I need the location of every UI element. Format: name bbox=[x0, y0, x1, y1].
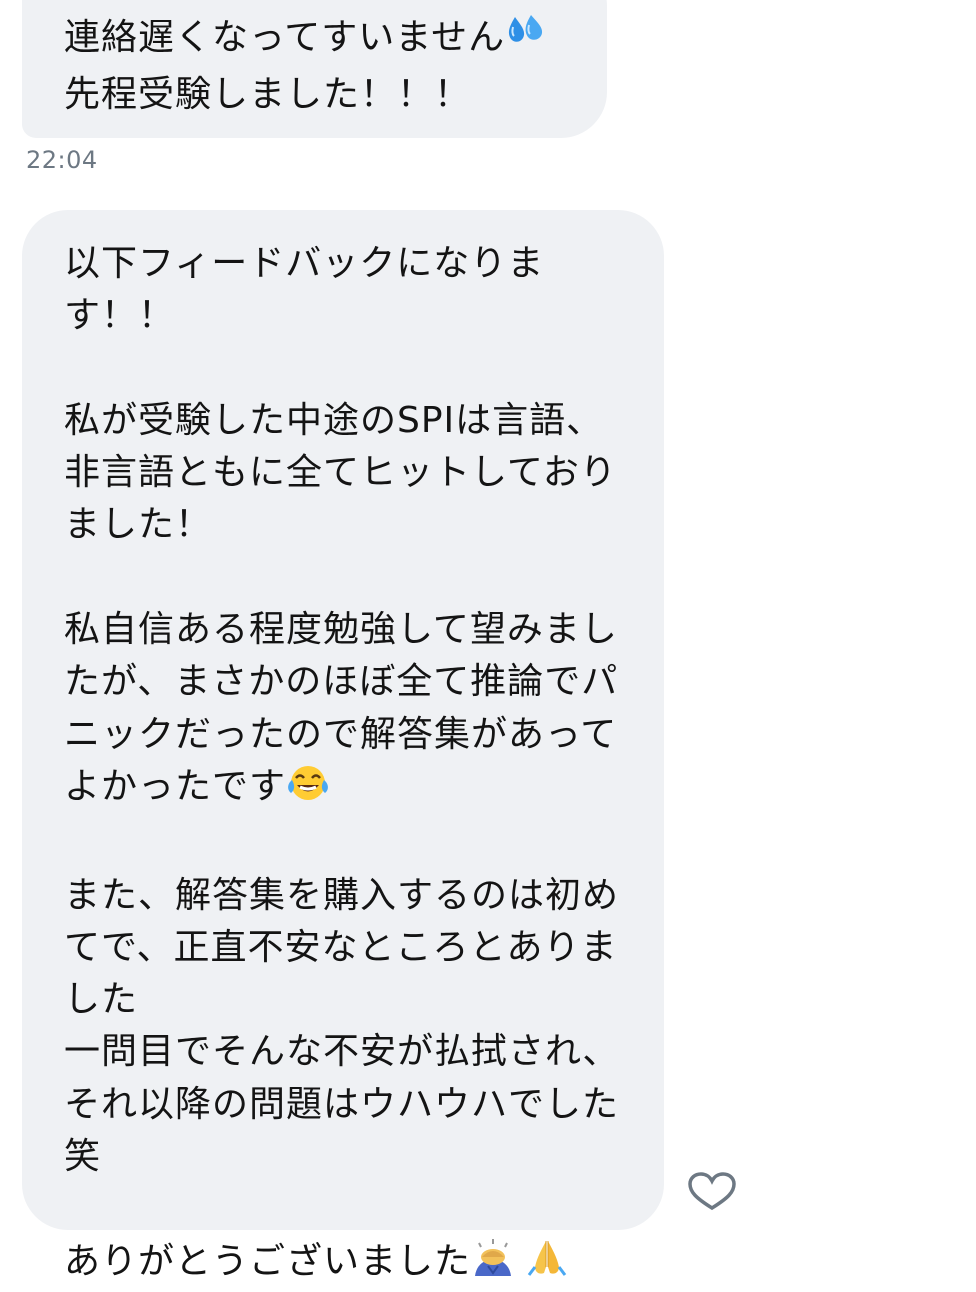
sweat-droplets-icon bbox=[505, 13, 547, 69]
message-text: 連絡遅くなってすいません 先程受験しました！！！ bbox=[64, 12, 607, 121]
bowing-person-icon bbox=[471, 1237, 515, 1292]
heart-icon[interactable] bbox=[686, 1172, 738, 1212]
paragraph-2: 私が受験した中途のSPIは言語、 非言語ともに全てヒットしており ました！ bbox=[64, 399, 617, 546]
paragraph-5: ありがとうございました bbox=[64, 1240, 472, 1282]
message-line-1: 連絡遅くなってすいません bbox=[64, 17, 506, 58]
tears-of-joy-icon bbox=[286, 762, 330, 817]
message-bubble-2[interactable]: 以下フィードバックになりま す！！ 私が受験した中途のSPIは言語、 非言語とも… bbox=[22, 210, 664, 1282]
paragraph-1: 以下フィードバックになりま す！！ bbox=[64, 243, 545, 337]
message-timestamp: 22:04 bbox=[26, 146, 98, 174]
message-line-2: 先程受験しました！！！ bbox=[64, 73, 472, 115]
message-text: 以下フィードバックになりま す！！ 私が受験した中途のSPIは言語、 非言語とも… bbox=[64, 238, 664, 1292]
message-bubble-1[interactable]: 連絡遅くなってすいません 先程受験しました！！！ bbox=[22, 0, 607, 138]
paragraph-4: また、解答集を購入するのは初め てで、正直不安なところとありま した 一問目でそ… bbox=[64, 874, 620, 1178]
paragraph-3: 私自信ある程度勉強して望みまし たが、まさかのほぼ全て推論でパ ニックだったので… bbox=[64, 609, 619, 807]
folded-hands-icon bbox=[527, 1237, 567, 1292]
